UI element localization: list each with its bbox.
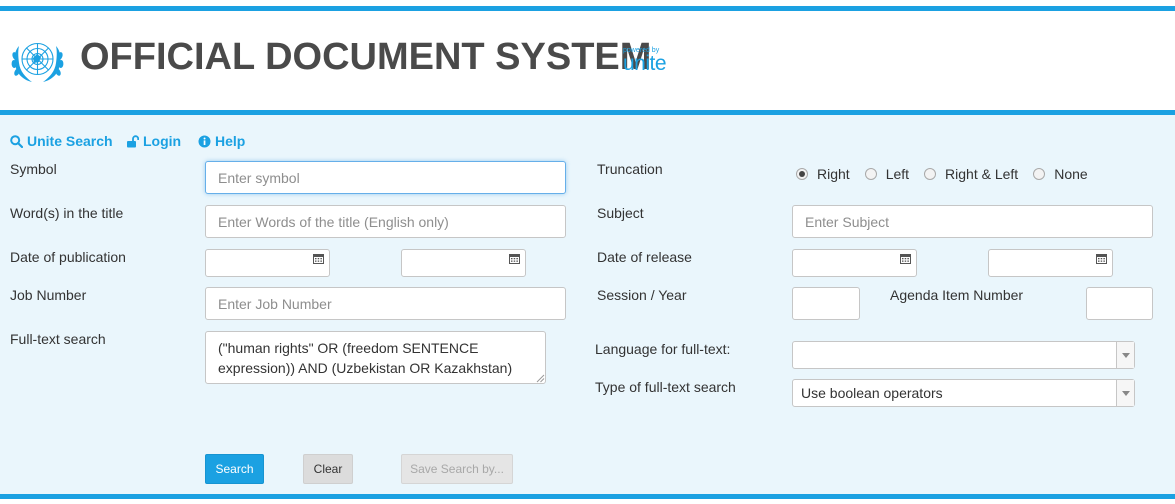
truncation-option-none[interactable]: None xyxy=(1033,166,1088,182)
language-select[interactable] xyxy=(792,341,1135,369)
truncation-option-label: Right xyxy=(817,166,850,182)
fulltext-search-label: Full-text search xyxy=(10,331,106,347)
calendar-icon[interactable] xyxy=(509,253,520,264)
truncation-option-left[interactable]: Left xyxy=(864,166,910,182)
release-date-from-input[interactable] xyxy=(792,249,917,277)
truncation-radio-group: Right Left Right & Left None xyxy=(796,166,1103,182)
help-link[interactable]: Help xyxy=(198,133,245,149)
truncation-option-right-and-left[interactable]: Right & Left xyxy=(924,166,1018,182)
unlock-icon xyxy=(127,134,139,147)
fulltext-type-label: Type of full-text search xyxy=(595,379,736,395)
unite-search-link[interactable]: Unite Search xyxy=(10,133,113,149)
subject-input[interactable] xyxy=(792,205,1153,238)
truncation-option-label: None xyxy=(1054,166,1088,182)
help-label: Help xyxy=(215,133,246,149)
publication-date-from-input[interactable] xyxy=(205,249,330,277)
truncation-option-right[interactable]: Right xyxy=(796,166,850,182)
job-number-input[interactable] xyxy=(205,287,566,320)
symbol-input[interactable] xyxy=(205,161,566,194)
release-date-label: Date of release xyxy=(597,249,692,265)
truncation-option-label: Left xyxy=(885,166,910,182)
login-label: Login xyxy=(143,133,182,149)
save-search-button[interactable]: Save Search by... xyxy=(401,454,513,484)
unite-brand-logo: unite xyxy=(623,52,667,75)
subject-label: Subject xyxy=(597,205,644,221)
site-title: OFFICIAL DOCUMENT SYSTEM xyxy=(80,36,652,78)
truncation-label: Truncation xyxy=(597,161,663,177)
fulltext-type-select-value: Use boolean operators xyxy=(801,385,943,401)
release-date-to-input[interactable] xyxy=(988,249,1113,277)
radio-button[interactable] xyxy=(864,168,877,180)
symbol-label: Symbol xyxy=(10,161,57,177)
un-emblem-icon xyxy=(11,42,64,82)
session-year-input[interactable] xyxy=(792,287,860,320)
calendar-icon[interactable] xyxy=(313,253,324,264)
agenda-item-label: Agenda Item Number xyxy=(890,287,1024,303)
session-year-label: Session / Year xyxy=(597,287,687,303)
truncation-option-label: Right & Left xyxy=(945,166,1019,182)
clear-button[interactable]: Clear xyxy=(303,454,353,484)
info-icon xyxy=(198,135,211,147)
radio-button[interactable] xyxy=(1033,168,1046,180)
agenda-item-input[interactable] xyxy=(1086,287,1153,320)
page-bottom xyxy=(0,499,1175,504)
language-label: Language for full-text: xyxy=(595,341,731,357)
publication-date-label: Date of publication xyxy=(10,249,126,265)
fulltext-type-select[interactable]: Use boolean operators xyxy=(792,379,1135,407)
publication-date-to-input[interactable] xyxy=(401,249,526,277)
title-words-label: Word(s) in the title xyxy=(10,205,124,221)
radio-button[interactable] xyxy=(924,168,937,180)
fulltext-search-textarea[interactable]: ("human rights" OR (freedom SENTENCE exp… xyxy=(205,331,546,384)
calendar-icon[interactable] xyxy=(1096,253,1107,264)
calendar-icon[interactable] xyxy=(900,253,911,264)
search-button[interactable]: Search xyxy=(205,454,264,484)
radio-button[interactable] xyxy=(796,168,808,180)
job-number-label: Job Number xyxy=(10,287,87,303)
chevron-down-icon[interactable] xyxy=(1116,380,1134,406)
login-link[interactable]: Login xyxy=(126,133,181,149)
search-icon xyxy=(10,134,23,148)
chevron-down-icon[interactable] xyxy=(1116,342,1134,368)
unite-search-label: Unite Search xyxy=(27,133,113,149)
title-words-input[interactable] xyxy=(205,205,566,238)
resize-grip-icon[interactable] xyxy=(536,374,545,383)
